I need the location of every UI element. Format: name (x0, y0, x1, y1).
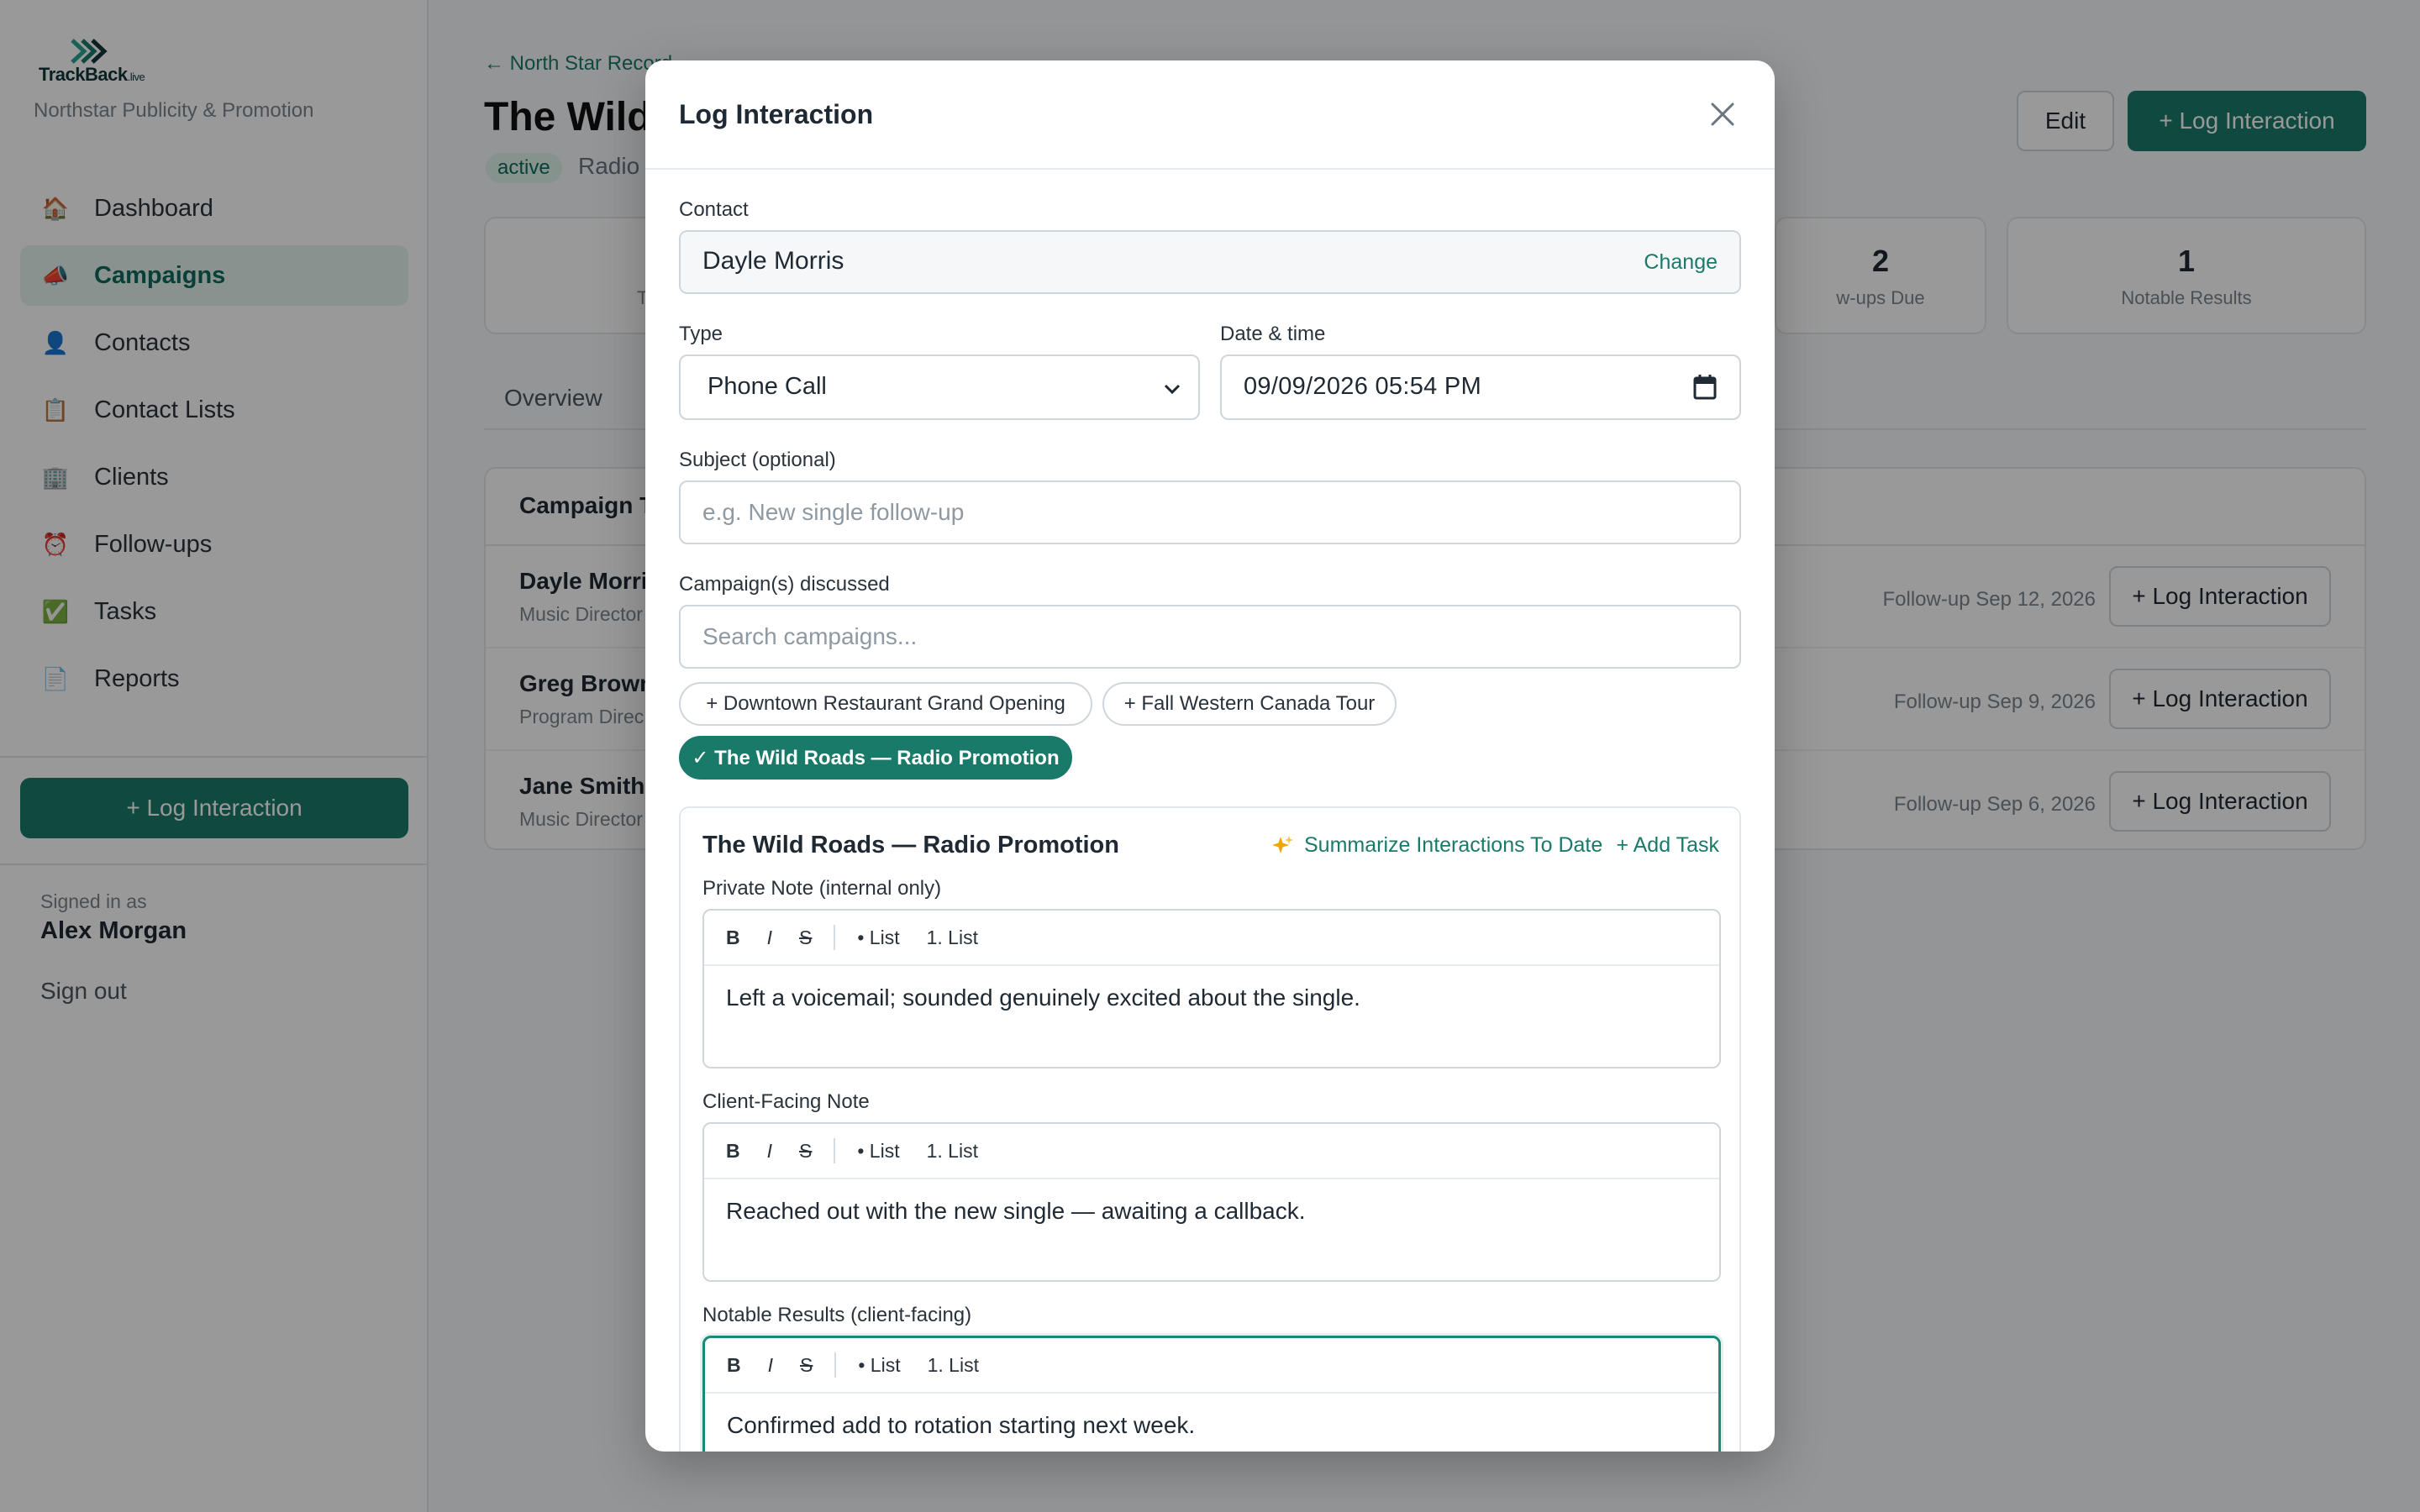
subject-input[interactable]: e.g. New single follow-up (679, 480, 1741, 544)
contact-label: Contact (679, 198, 749, 221)
campaign-search-input[interactable]: Search campaigns... (679, 605, 1741, 669)
modal-header: Log Interaction (645, 60, 1775, 170)
client-note-label: Client-Facing Note (702, 1090, 870, 1113)
type-select[interactable]: Phone Call (679, 354, 1200, 420)
campaign-notes-section: The Wild Roads — Radio Promotion Summari… (679, 806, 1741, 1452)
client-note-editor[interactable]: B I S • List 1. List Reached out with th… (702, 1122, 1721, 1282)
datetime-label: Date & time (1220, 323, 1326, 345)
notable-results-editor[interactable]: B I S • List 1. List Confirmed add to ro… (702, 1336, 1721, 1452)
subject-label: Subject (optional) (679, 449, 836, 471)
bold-button[interactable]: B (726, 1140, 740, 1163)
bullet-list-button[interactable]: • List (858, 1354, 900, 1377)
log-interaction-modal: Log Interaction Contact Dayle Morris Cha… (645, 60, 1775, 1452)
strikethrough-button[interactable]: S (800, 1354, 813, 1377)
campaign-chip-fall-tour[interactable]: + Fall Western Canada Tour (1102, 682, 1397, 726)
campaign-section-title: The Wild Roads — Radio Promotion (702, 832, 1119, 858)
notable-results-text[interactable]: Confirmed add to rotation starting next … (705, 1394, 1718, 1452)
toolbar-divider (834, 1352, 837, 1378)
italic-button[interactable]: I (767, 927, 772, 949)
subject-placeholder: e.g. New single follow-up (702, 499, 965, 525)
sparkles-icon (1272, 835, 1293, 853)
add-task-button[interactable]: + Add Task (1616, 833, 1719, 858)
private-note-editor[interactable]: B I S • List 1. List Left a voicemail; s… (702, 909, 1721, 1068)
campaign-chip-downtown[interactable]: + Downtown Restaurant Grand Opening (679, 682, 1092, 726)
type-selected-value: Phone Call (708, 373, 827, 400)
editor-toolbar: B I S • List 1. List (705, 1338, 1718, 1394)
calendar-icon[interactable] (1692, 373, 1718, 402)
numbered-list-button[interactable]: 1. List (927, 927, 978, 949)
chevron-down-icon (1164, 384, 1181, 395)
numbered-list-button[interactable]: 1. List (927, 1140, 978, 1163)
notable-results-label: Notable Results (client-facing) (702, 1304, 972, 1326)
toolbar-divider (834, 925, 836, 950)
toolbar-divider (834, 1138, 836, 1163)
close-icon[interactable] (1707, 99, 1738, 129)
bold-button[interactable]: B (726, 927, 740, 949)
campaign-chip-wild-roads[interactable]: ✓ The Wild Roads — Radio Promotion (679, 736, 1072, 780)
private-note-text[interactable]: Left a voicemail; sounded genuinely exci… (704, 966, 1719, 1030)
datetime-value: 09/09/2026 05:54 PM (1244, 373, 1482, 400)
type-label: Type (679, 323, 723, 345)
summarize-label: Summarize Interactions To Date (1304, 833, 1603, 857)
campaigns-label: Campaign(s) discussed (679, 573, 890, 596)
italic-button[interactable]: I (768, 1354, 773, 1377)
contact-field[interactable]: Dayle Morris Change (679, 230, 1741, 294)
client-note-text[interactable]: Reached out with the new single — awaiti… (704, 1179, 1719, 1243)
bullet-list-button[interactable]: • List (857, 1140, 899, 1163)
private-note-label: Private Note (internal only) (702, 877, 942, 900)
bullet-list-button[interactable]: • List (857, 927, 899, 949)
summarize-button[interactable]: Summarize Interactions To Date (1272, 833, 1602, 858)
change-contact-link[interactable]: Change (1644, 250, 1718, 275)
bold-button[interactable]: B (727, 1354, 741, 1377)
editor-toolbar: B I S • List 1. List (704, 1124, 1719, 1179)
italic-button[interactable]: I (767, 1140, 772, 1163)
strikethrough-button[interactable]: S (799, 1140, 812, 1163)
contact-value: Dayle Morris (702, 247, 844, 275)
numbered-list-button[interactable]: 1. List (928, 1354, 979, 1377)
campaign-search-placeholder: Search campaigns... (702, 623, 918, 649)
datetime-input[interactable]: 09/09/2026 05:54 PM (1220, 354, 1741, 420)
strikethrough-button[interactable]: S (799, 927, 812, 949)
editor-toolbar: B I S • List 1. List (704, 911, 1719, 966)
modal-title: Log Interaction (679, 99, 874, 129)
